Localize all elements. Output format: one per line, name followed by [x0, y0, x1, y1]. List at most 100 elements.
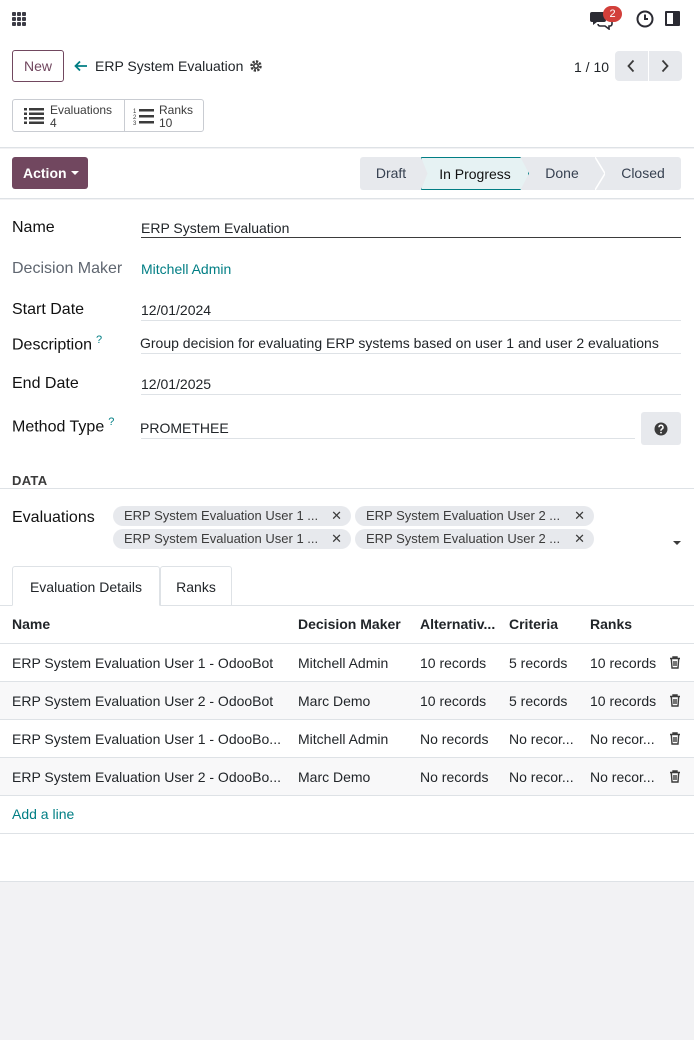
ranks-smart-button[interactable]: 1 2 3 Ranks 10 [124, 99, 204, 132]
table-row[interactable]: ERP System Evaluation User 1 - OdooBo...… [0, 719, 694, 757]
cell-name: ERP System Evaluation User 1 - OdooBot [12, 655, 274, 671]
pager-value[interactable]: 1 / 10 [574, 59, 609, 75]
stage-draft[interactable]: Draft [360, 157, 422, 190]
cell-decision-maker: Mitchell Admin [298, 731, 389, 747]
cell-alternatives: No records [420, 731, 489, 747]
end-date-field[interactable]: 12/01/2025 [141, 376, 211, 392]
table-bottom-border [0, 833, 694, 834]
evaluation-tag[interactable]: ERP System Evaluation User 1 ... ✕ [113, 506, 351, 526]
ranks-smart-count: 10 [159, 116, 173, 130]
status-bar: Action Draft In Progress Done Closed [0, 149, 694, 199]
cell-ranks: 10 records [590, 655, 657, 671]
trash-icon[interactable] [669, 732, 681, 745]
cell-criteria: 5 records [509, 693, 568, 709]
new-button[interactable]: New [12, 50, 64, 82]
cell-decision-maker: Mitchell Admin [298, 655, 389, 671]
evaluations-smart-button[interactable]: Evaluations 4 [12, 99, 125, 132]
list-icon [24, 108, 44, 124]
evaluation-tag-label: ERP System Evaluation User 1 ... [124, 531, 319, 546]
svg-text:3: 3 [133, 121, 137, 125]
cell-decision-maker: Marc Demo [298, 693, 371, 709]
evaluation-tag[interactable]: ERP System Evaluation User 2 ... ✕ [355, 506, 594, 526]
cell-ranks: No recor... [590, 769, 655, 785]
evaluation-tag[interactable]: ERP System Evaluation User 1 ... ✕ [113, 529, 351, 549]
stage-closed[interactable]: Closed [606, 157, 680, 190]
table-divider [0, 795, 694, 796]
gear-icon[interactable] [249, 59, 263, 73]
evaluations-label: Evaluations [12, 509, 95, 526]
method-type-help-icon[interactable]: ? [108, 416, 114, 428]
evaluation-tag-label: ERP System Evaluation User 1 ... [124, 508, 319, 523]
chevron-down-icon[interactable] [673, 541, 681, 545]
table-row[interactable]: ERP System Evaluation User 2 - OdooBo...… [0, 757, 694, 795]
clock-icon[interactable] [636, 10, 654, 28]
chevron-right-icon [661, 59, 669, 73]
close-icon[interactable]: ✕ [574, 529, 585, 549]
evaluations-smart-count: 4 [50, 116, 57, 130]
description-underline [141, 353, 681, 354]
description-label-text: Description [12, 336, 93, 354]
method-type-field[interactable]: PROMETHEE [140, 420, 229, 436]
decision-maker-field[interactable]: Mitchell Admin [141, 261, 231, 277]
cell-criteria: 5 records [509, 655, 568, 671]
cell-decision-maker: Marc Demo [298, 769, 371, 785]
method-help-button[interactable] [641, 412, 681, 445]
trash-icon[interactable] [669, 694, 681, 707]
decision-maker-label: Decision Maker [12, 260, 123, 277]
tab-evaluation-details[interactable]: Evaluation Details [12, 566, 160, 606]
table-row[interactable]: ERP System Evaluation User 2 - OdooBot M… [0, 681, 694, 719]
cell-ranks: 10 records [590, 693, 657, 709]
name-field[interactable]: ERP System Evaluation [141, 220, 289, 236]
question-circle-icon [654, 422, 668, 436]
form-sheet: Name ERP System Evaluation Decision Make… [0, 200, 694, 882]
description-field[interactable]: Group decision for evaluating ERP system… [140, 335, 659, 351]
ranks-smart-label: Ranks [159, 103, 194, 117]
column-header-alternatives[interactable]: Alternativ... [420, 616, 495, 632]
action-button[interactable]: Action [12, 157, 88, 189]
name-label: Name [12, 219, 55, 236]
cell-alternatives: 10 records [420, 655, 487, 671]
ordered-list-icon: 1 2 3 [133, 109, 154, 125]
stage-separator [595, 157, 605, 190]
pager-previous-button[interactable] [615, 51, 648, 81]
top-navbar: 2 [0, 0, 694, 38]
breadcrumb: ERP System Evaluation [95, 58, 244, 74]
data-section-title: DATA [12, 473, 48, 488]
section-divider [0, 488, 694, 489]
tab-ranks[interactable]: Ranks [160, 566, 232, 606]
name-field-underline [141, 237, 681, 238]
column-header-ranks[interactable]: Ranks [590, 616, 632, 632]
panel-toggle-icon[interactable] [665, 11, 680, 26]
stage-pipeline: Draft In Progress Done Closed [360, 157, 681, 190]
cell-name: ERP System Evaluation User 1 - OdooBo... [12, 731, 281, 747]
description-help-icon[interactable]: ? [96, 334, 102, 346]
start-date-label: Start Date [12, 301, 85, 318]
trash-icon[interactable] [669, 656, 681, 669]
apps-menu-icon[interactable] [12, 12, 26, 26]
start-date-field[interactable]: 12/01/2024 [141, 302, 211, 318]
arrow-left-icon[interactable] [74, 59, 88, 73]
column-header-criteria[interactable]: Criteria [509, 616, 558, 632]
cell-alternatives: 10 records [420, 693, 487, 709]
trash-icon[interactable] [669, 770, 681, 783]
cell-criteria: No recor... [509, 769, 574, 785]
control-panel: New ERP System Evaluation 1 / 10 Evaluat… [0, 38, 694, 148]
cell-criteria: No recor... [509, 731, 574, 747]
close-icon[interactable]: ✕ [331, 529, 342, 549]
column-header-decision-maker[interactable]: Decision Maker [298, 616, 401, 632]
evaluation-tag[interactable]: ERP System Evaluation User 2 ... ✕ [355, 529, 594, 549]
table-row[interactable]: ERP System Evaluation User 1 - OdooBot M… [0, 643, 694, 681]
pager-next-button[interactable] [649, 51, 682, 81]
cell-ranks: No recor... [590, 731, 655, 747]
close-icon[interactable]: ✕ [331, 506, 342, 526]
method-type-label: Method Type? [12, 416, 114, 436]
start-date-underline [141, 320, 681, 321]
close-icon[interactable]: ✕ [574, 506, 585, 526]
add-line-link[interactable]: Add a line [12, 806, 74, 822]
stage-done[interactable]: Done [530, 157, 594, 190]
cell-name: ERP System Evaluation User 2 - OdooBot [12, 693, 274, 709]
column-header-name[interactable]: Name [12, 616, 50, 632]
evaluation-tag-label: ERP System Evaluation User 2 ... [366, 531, 561, 546]
cell-alternatives: No records [420, 769, 489, 785]
stage-in-progress[interactable]: In Progress [421, 157, 529, 190]
